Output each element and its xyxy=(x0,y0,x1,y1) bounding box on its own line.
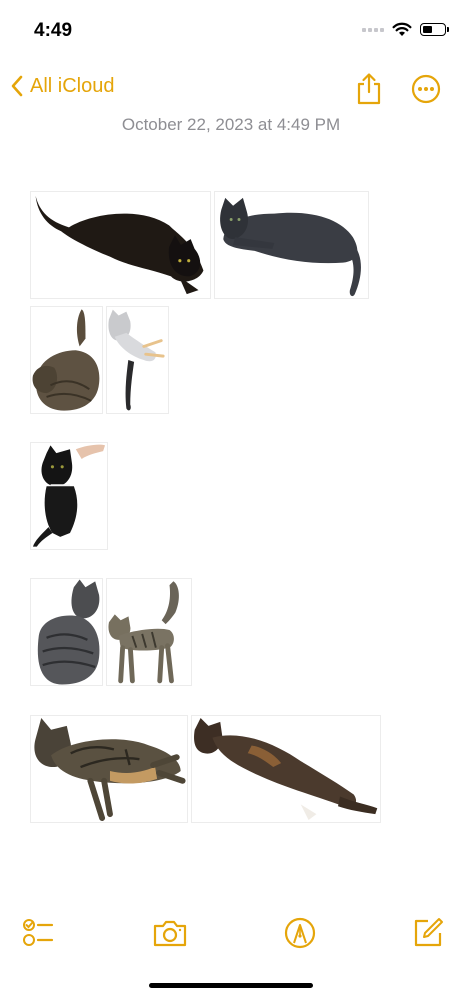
cat-image-white-playing[interactable] xyxy=(106,306,169,414)
cat-image-tabby-sitting[interactable] xyxy=(30,306,103,414)
note-body xyxy=(0,0,462,1000)
chevron-left-icon xyxy=(11,75,23,97)
battery-icon xyxy=(420,23,449,36)
cellular-signal-icon xyxy=(362,27,384,32)
cat-image-black-stretching[interactable] xyxy=(30,191,211,299)
note-date: October 22, 2023 at 4:49 PM xyxy=(121,115,341,134)
cat-image-calico-stretching[interactable] xyxy=(191,715,381,823)
cat-image-gray-crouching[interactable] xyxy=(214,191,369,299)
status-icons xyxy=(362,22,449,37)
cat-image-tabby-lying[interactable] xyxy=(30,715,188,823)
cat-image-tuxedo-petted[interactable] xyxy=(30,442,108,550)
compose-icon[interactable] xyxy=(408,913,448,953)
cat-image-gray-tabby-sitting[interactable] xyxy=(30,578,103,686)
ellipsis-circle-icon[interactable] xyxy=(410,73,442,105)
home-indicator xyxy=(149,983,313,988)
pen-tip-icon[interactable] xyxy=(280,913,320,953)
checklist-icon[interactable] xyxy=(18,913,58,953)
battery-level xyxy=(423,26,432,33)
status-bar: 4:49 xyxy=(0,0,462,64)
back-button-label: All iCloud xyxy=(30,74,115,97)
share-icon[interactable] xyxy=(354,72,384,106)
nav-bar: All iCloud xyxy=(0,64,462,114)
cat-image-tabby-standing[interactable] xyxy=(106,578,192,686)
wifi-icon xyxy=(392,22,412,36)
status-time: 4:49 xyxy=(34,20,73,41)
bottom-toolbar xyxy=(0,905,462,961)
camera-icon[interactable] xyxy=(150,913,190,953)
back-button[interactable]: All iCloud xyxy=(10,74,114,98)
